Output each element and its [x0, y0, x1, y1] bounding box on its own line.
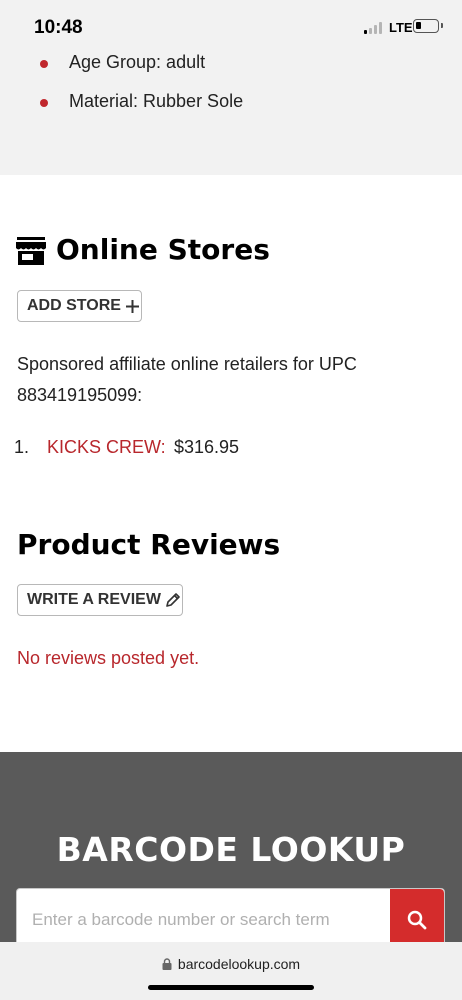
plus-icon — [125, 299, 139, 313]
attribute-text: Age Group: adult — [69, 52, 206, 72]
retailer-number: 1. — [14, 437, 30, 457]
status-time: 10:48 — [34, 17, 83, 38]
footer-brand-title: BARCODE LOOKUP — [56, 830, 406, 869]
retailer-link[interactable]: KICKS CREW: — [47, 437, 166, 458]
online-stores-title: Online Stores — [56, 233, 270, 266]
add-store-button[interactable]: ADD STORE — [17, 290, 142, 322]
retailer-price: $316.95 — [174, 437, 240, 457]
sponsored-retailers-text: Sponsored affiliate online retailers for… — [17, 354, 357, 405]
attribute-text: Material: Rubber Sole — [69, 91, 244, 111]
bullet-icon — [40, 99, 48, 107]
write-review-button[interactable]: WRITE A REVIEW — [17, 584, 183, 616]
store-icon — [16, 237, 46, 265]
browser-url-bar[interactable]: barcodelookup.com — [0, 942, 462, 1000]
home-indicator[interactable] — [148, 985, 314, 990]
url-display[interactable]: barcodelookup.com — [0, 956, 462, 972]
status-bar: 10:48 LTE — [0, 0, 462, 44]
product-attributes: Age Group: adult Material: Rubber Sole — [0, 44, 462, 175]
network-type: LTE — [389, 20, 413, 35]
product-reviews-title: Product Reviews — [17, 528, 281, 561]
bullet-icon — [40, 60, 48, 68]
pencil-icon — [166, 593, 180, 607]
url-text: barcodelookup.com — [177, 956, 301, 972]
search-icon — [407, 910, 427, 930]
footer: BARCODE LOOKUP — [0, 752, 462, 952]
add-store-label: ADD STORE — [27, 297, 121, 314]
battery-icon — [413, 19, 443, 33]
no-reviews-message: No reviews posted yet. — [17, 648, 200, 668]
write-review-label: WRITE A REVIEW — [27, 591, 161, 608]
cellular-signal-icon — [364, 22, 386, 34]
lock-icon — [162, 958, 172, 970]
